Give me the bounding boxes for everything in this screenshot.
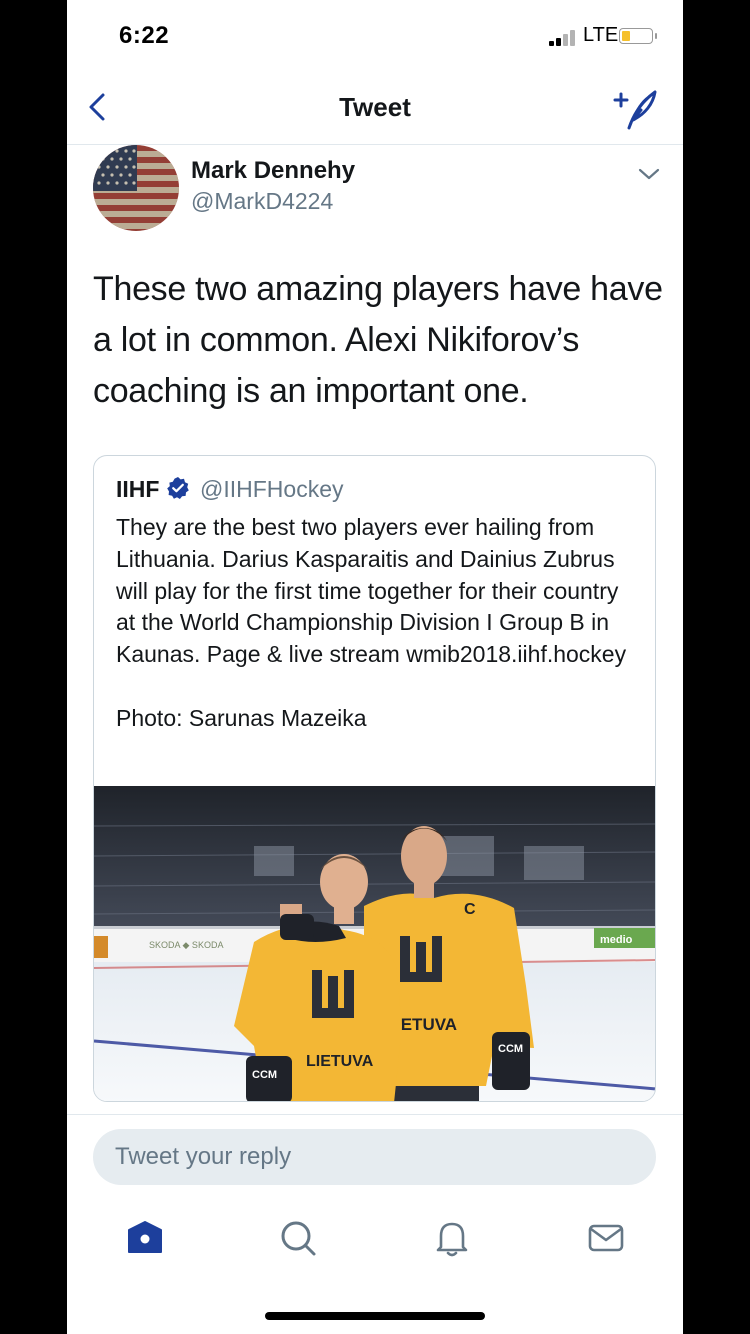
bell-icon[interactable] [432,1218,472,1258]
status-time: 6:22 [119,22,170,49]
nav-bar: Tweet [67,70,683,145]
quote-author-handle: @IIHFHockey [200,476,344,502]
captain-mark: C [464,901,476,918]
quote-author-name: IIHF [116,476,160,502]
jersey-text-left: LIETUVA [306,1053,374,1070]
compose-tweet-icon[interactable] [611,86,661,130]
glove-left-text: CCM [252,1069,277,1081]
home-indicator [265,1312,485,1320]
battery-icon [619,28,653,44]
reply-placeholder: Tweet your reply [115,1143,292,1170]
signal-strength-icon [549,30,575,46]
quote-text: They are the best two players ever haili… [116,514,627,731]
battery-tip [655,33,657,39]
carrier-label: LTE [583,24,619,46]
tweet-text: These two amazing players have have a lo… [93,270,663,410]
mail-icon[interactable] [586,1218,626,1258]
reply-input[interactable]: Tweet your reply [93,1129,656,1185]
chevron-down-icon[interactable] [637,164,661,184]
tweet-detail-screen: 6:22 LTE Tweet Mark Dennehy @MarkD4224 T… [67,0,683,1334]
author-handle[interactable]: @MarkD4224 [191,188,333,215]
author-name[interactable]: Mark Dennehy [191,157,355,185]
page-title: Tweet [339,92,411,122]
glove-right-text: CCM [498,1043,523,1055]
avatar[interactable] [93,145,179,231]
search-icon[interactable] [278,1218,318,1258]
us-flag-avatar-image [93,145,179,231]
jersey-text-right: IETUVA [396,1015,457,1034]
verified-badge-icon [167,477,189,499]
hockey-players-photo: SKODA ◆ SKODA medio CCM C IETUVA LIETUVA… [94,786,655,1101]
quote-photo[interactable]: SKODA ◆ SKODA medio CCM C IETUVA LIETUVA… [94,786,655,1101]
board-ad-medio: medio [600,934,633,946]
board-ad-text: SKODA ◆ SKODA [149,940,223,950]
home-icon[interactable] [125,1218,165,1258]
quoted-tweet-card[interactable]: IIHF @IIHFHockey They are the best two p… [93,455,656,1102]
divider [67,1114,683,1115]
